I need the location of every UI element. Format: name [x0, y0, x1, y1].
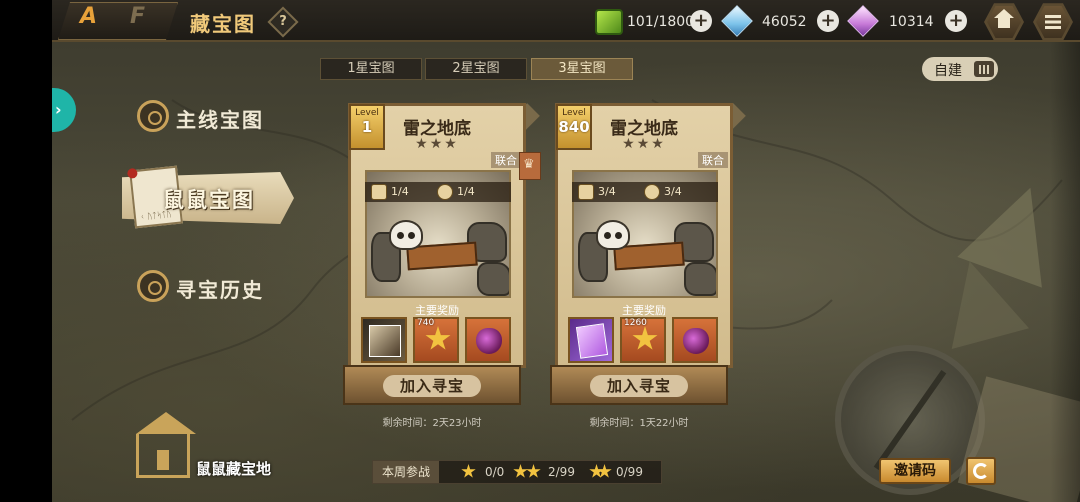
star-rating: ★★★	[622, 136, 666, 152]
treasure-map-screen: A F 藏宝图 ? 101/1800 + 46052 + 10314 + › 1…	[0, 0, 1080, 502]
member-count: 3/4	[664, 185, 682, 198]
rock	[477, 262, 509, 296]
add-gem-button[interactable]: +	[945, 10, 967, 32]
invite-code-button[interactable]: 邀请码	[879, 458, 951, 484]
weekly-label: 本周参战	[373, 461, 439, 483]
join-label: 加入寻宝	[590, 375, 688, 397]
map-piece-icon	[578, 184, 594, 200]
member-icon	[437, 184, 453, 200]
reward-item[interactable]	[568, 317, 614, 363]
house-icon	[136, 412, 196, 478]
crown-icon	[519, 152, 541, 180]
reward-item[interactable]: 1260	[620, 317, 666, 363]
chevron-right-icon: ›	[55, 100, 62, 119]
reward-item[interactable]	[361, 317, 407, 363]
three-star-count: 0/99	[616, 465, 643, 479]
join-treasure-button[interactable]: 加入寻宝	[343, 365, 521, 405]
join-treasure-button[interactable]: 加入寻宝	[550, 365, 728, 405]
rock	[684, 262, 716, 296]
menu-icon	[1045, 15, 1061, 29]
logo-plate	[58, 2, 178, 40]
add-stamina-button[interactable]: +	[690, 10, 712, 32]
main-reward-label: 主要奖励	[622, 304, 666, 317]
main-reward-label: 主要奖励	[415, 304, 459, 317]
remaining-time: 剩余时间：1天22小时	[589, 418, 689, 429]
map-piece-count: 3/4	[598, 185, 616, 198]
reward-item[interactable]: 740	[413, 317, 459, 363]
nav-history[interactable]: 寻宝历史	[176, 274, 264, 303]
bars-icon	[974, 61, 994, 77]
logo: A	[80, 4, 97, 29]
tab-3-star[interactable]: 3星宝图	[531, 58, 633, 80]
crystal-value: 46052	[762, 14, 807, 30]
member-count: 1/4	[457, 185, 475, 198]
two-star-icon	[526, 464, 541, 478]
union-tag: 联合	[491, 152, 521, 168]
magnifier-icon	[137, 100, 169, 132]
skull-icon	[596, 220, 630, 250]
purple-heart-icon	[683, 328, 709, 354]
member-icon	[644, 184, 660, 200]
self-build-button[interactable]: 自建	[922, 57, 998, 81]
one-star-icon	[461, 464, 476, 478]
picture-card-icon	[369, 325, 401, 357]
reward-count: 1260	[624, 318, 647, 328]
purple-heart-icon	[476, 328, 502, 354]
join-label: 加入寻宝	[383, 375, 481, 397]
tab-1-star[interactable]: 1星宝图	[320, 58, 422, 80]
weekly-participation-bar: 本周参战 0/0 2/99 0/99	[372, 460, 662, 484]
add-crystal-button[interactable]: +	[817, 10, 839, 32]
treasure-home-button[interactable]	[130, 412, 200, 484]
two-star-count: 2/99	[548, 465, 575, 479]
reward-item[interactable]	[465, 317, 511, 363]
stamina-value: 101/1800	[627, 14, 695, 30]
star-rating: ★★★	[415, 136, 459, 152]
nav-rat-map[interactable]: 鼠鼠宝图	[163, 184, 255, 214]
progress-counters: 1/4 1/4	[365, 182, 511, 202]
logo-secondary: F	[130, 4, 146, 29]
skull-icon	[389, 220, 423, 250]
page-title: 藏宝图	[190, 12, 256, 36]
tab-2-star[interactable]: 2星宝图	[425, 58, 527, 80]
right-shade	[1050, 0, 1080, 502]
stamina-cube-icon	[595, 9, 623, 35]
union-tag: 联合	[698, 152, 728, 168]
gem-value: 10314	[889, 14, 934, 30]
one-star-count: 0/0	[485, 465, 505, 479]
nav-main-map[interactable]: 主线宝图	[176, 104, 264, 133]
treasure-home-label[interactable]: 鼠鼠藏宝地	[196, 458, 271, 479]
reward-item[interactable]	[672, 317, 718, 363]
left-letterbox	[0, 0, 52, 502]
progress-counters: 3/4 3/4	[572, 182, 718, 202]
treasure-card[interactable]: Level 1 雷之地底 ★★★ 联合 1/4 1/4 主要奖励 740	[348, 103, 526, 368]
reward-count: 740	[417, 318, 435, 328]
self-build-label: 自建	[934, 63, 962, 79]
remaining-time: 剩余时间：2天23小时	[382, 418, 482, 429]
magnifier-icon	[137, 270, 169, 302]
two-star-icon	[513, 464, 528, 478]
gold-star-icon	[425, 326, 451, 350]
map-piece-icon	[371, 184, 387, 200]
gold-star-icon	[632, 326, 658, 350]
refresh-button[interactable]	[966, 457, 996, 485]
refresh-icon	[973, 463, 989, 479]
home-icon	[994, 9, 1014, 29]
purple-ticket-icon	[575, 323, 609, 359]
help-icon-label: ?	[279, 14, 287, 29]
map-piece-count: 1/4	[391, 185, 409, 198]
treasure-card[interactable]: Level 840 雷之地底 ★★★ 联合 3/4 3/4 主要奖励 1260	[555, 103, 733, 368]
